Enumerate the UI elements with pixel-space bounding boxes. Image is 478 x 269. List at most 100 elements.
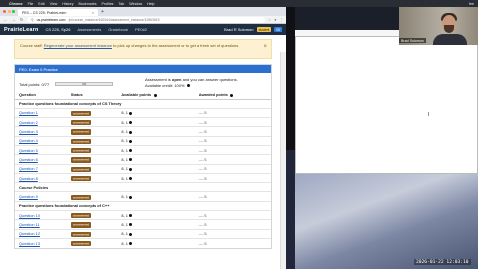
info-icon[interactable] <box>153 93 157 97</box>
question-link[interactable]: Question 10 <box>19 213 40 218</box>
role-badge[interactable]: student <box>256 27 272 32</box>
available-points: 8, 1 <box>121 231 128 237</box>
browser-window: PE0 – CS 225: PrairieLearn × + ← → ↻ ⚲ u… <box>0 7 286 269</box>
table-row: Question 9 unanswered 8, 1 — /1 <box>15 191 271 202</box>
status-cell: unanswered <box>66 237 118 248</box>
menubar-item-profiles[interactable]: Profiles <box>102 2 114 6</box>
question-link[interactable]: Question 1 <box>19 110 38 115</box>
menubar-item-history[interactable]: History <box>62 2 73 6</box>
status-badge: unanswered <box>70 175 92 182</box>
question-cell: Question 10 <box>15 210 67 220</box>
question-link[interactable]: Question 2 <box>19 120 38 125</box>
tab-close-icon[interactable]: × <box>92 11 94 15</box>
question-cell: Question 6 <box>15 154 67 165</box>
info-icon[interactable] <box>186 83 190 88</box>
menubar-item-bookmarks[interactable]: Bookmarks <box>79 2 97 6</box>
question-link[interactable]: Question 3 <box>19 129 38 134</box>
info-icon[interactable] <box>230 93 234 97</box>
info-icon[interactable] <box>129 130 133 134</box>
info-icon[interactable] <box>129 176 133 180</box>
extra-badge[interactable]: 06 <box>274 27 282 32</box>
status-badge: unanswered <box>70 213 92 219</box>
brand-logo[interactable]: PrairieLearn <box>4 27 39 33</box>
menubar-app-name[interactable]: Chrome <box>9 2 23 6</box>
regenerate-link[interactable]: Regenerate your assessment instance <box>44 43 112 48</box>
menubar-item-file[interactable]: File <box>28 2 34 6</box>
table-header-row: Question Status Available points Awarded… <box>15 91 271 100</box>
close-window-icon[interactable] <box>3 10 6 13</box>
question-link[interactable]: Question 7 <box>19 166 38 171</box>
user-name[interactable]: Brad R Solomon <box>224 27 253 32</box>
question-link[interactable]: Question 5 <box>19 148 38 153</box>
question-cell: Question 3 <box>15 126 67 137</box>
question-cell: Question 11 <box>15 219 67 230</box>
info-icon[interactable] <box>129 111 133 115</box>
nav-link-gradebook[interactable]: Gradebook <box>108 27 128 32</box>
table-row: Question 7 unanswered 8, 1 — /1 <box>15 163 271 174</box>
nav-link-pe0[interactable]: PE0#2 <box>135 27 147 32</box>
progress-bar: 0% <box>55 82 114 86</box>
prairielearn-navbar: PrairieLearn CS 225, Sp26 Assessments Gr… <box>0 24 286 35</box>
available-points-cell: 8, 1 <box>117 154 195 165</box>
forward-icon[interactable]: → <box>11 17 16 22</box>
course-name[interactable]: CS 225, Sp26 <box>46 27 71 32</box>
question-link[interactable]: Question 4 <box>19 138 38 143</box>
section-row: Course Policies <box>15 182 271 192</box>
reload-icon[interactable]: ↻ <box>19 17 24 22</box>
status-badge: unanswered <box>70 120 92 126</box>
menubar-item-help[interactable]: Help <box>147 2 154 6</box>
info-icon[interactable] <box>129 214 133 218</box>
info-icon[interactable] <box>129 242 133 246</box>
mac-menubar: Chrome File Edit View History Bookmarks … <box>0 0 478 7</box>
status-badge: unanswered <box>70 138 92 144</box>
menubar-status-label[interactable]: fee <box>469 2 474 6</box>
status-cell: unanswered <box>66 154 118 165</box>
menubar-item-edit[interactable]: Edit <box>38 2 44 6</box>
secondary-window-blank[interactable] <box>295 36 478 174</box>
status-badge: unanswered <box>70 166 92 172</box>
minimize-window-icon[interactable] <box>7 10 11 13</box>
info-icon[interactable] <box>129 121 133 125</box>
col-awarded: Awarded points <box>194 91 271 100</box>
info-icon[interactable] <box>129 139 133 143</box>
table-row: Question 6 unanswered 8, 1 — /1 <box>15 154 271 165</box>
info-icon[interactable] <box>129 195 133 199</box>
awarded-points: — /1 <box>194 228 271 239</box>
question-link[interactable]: Question 8 <box>19 176 38 181</box>
table-row: Question 13 unanswered 8, 1 — /1 <box>15 237 271 248</box>
info-icon[interactable] <box>129 158 133 162</box>
question-cell: Question 7 <box>15 163 67 174</box>
webcam-overlay: Brad Solomon <box>399 7 478 45</box>
info-icon[interactable] <box>129 223 133 227</box>
question-link[interactable]: Question 6 <box>19 157 38 162</box>
menubar-item-window[interactable]: Window <box>129 2 142 6</box>
question-link[interactable]: Question 12 <box>19 231 40 236</box>
browser-tab[interactable]: PE0 – CS 225: PrairieLearn × <box>18 9 98 16</box>
new-tab-icon[interactable]: + <box>101 9 104 15</box>
awarded-points: — /1 <box>194 163 271 174</box>
alert-close-icon[interactable]: × <box>263 44 267 51</box>
profile-icon[interactable]: ● <box>274 18 276 22</box>
address-input[interactable]: ⚲ us.prairielearn.com/pl/course_instance… <box>27 16 265 23</box>
tab-bar: PE0 – CS 225: PrairieLearn × + <box>0 7 286 16</box>
available-points-cell: 8, 1 <box>117 228 195 239</box>
question-link[interactable]: Question 13 <box>19 241 40 246</box>
section-row: Practice questions foundational concepts… <box>15 200 271 211</box>
awarded-points: — /1 <box>194 117 271 127</box>
info-icon[interactable] <box>129 149 133 153</box>
menubar-item-tab[interactable]: Tab <box>118 2 124 6</box>
menubar-item-view[interactable]: View <box>50 2 58 6</box>
webcam-name-label: Brad Solomon <box>399 38 426 43</box>
nav-link-assessments[interactable]: Assessments <box>77 27 101 32</box>
menu-icon[interactable]: ⋮ <box>279 18 283 22</box>
question-link[interactable]: Question 9 <box>19 194 38 199</box>
question-link[interactable]: Question 11 <box>19 222 40 227</box>
info-icon[interactable] <box>129 232 133 236</box>
back-icon[interactable]: ← <box>3 17 8 22</box>
alert-prefix: Course staff: <box>20 43 44 48</box>
site-info-icon[interactable]: ⚲ <box>31 18 34 22</box>
bookmark-star-icon[interactable]: ☆ <box>268 18 271 22</box>
zoom-window-icon[interactable] <box>12 10 15 13</box>
info-icon[interactable] <box>129 167 133 171</box>
status-cell: unanswered <box>66 126 118 137</box>
